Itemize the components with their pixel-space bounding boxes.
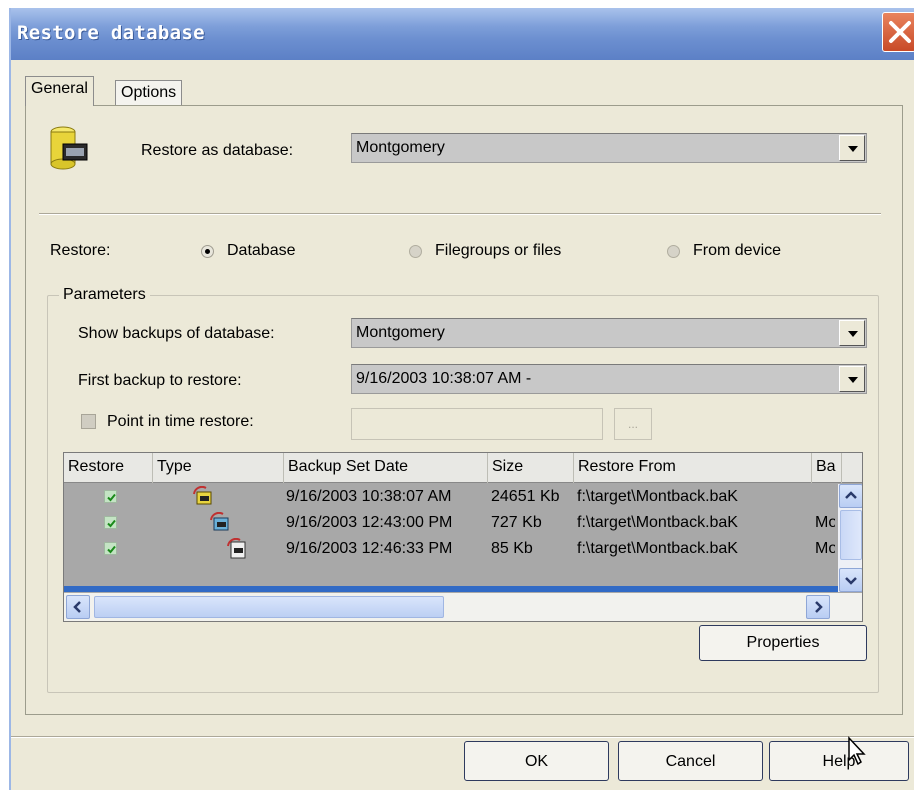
ok-button[interactable]: OK xyxy=(464,741,609,781)
chevron-down-icon[interactable] xyxy=(839,320,865,346)
separator xyxy=(39,213,881,215)
restore-label: Restore: xyxy=(50,242,111,259)
parameters-legend: Parameters xyxy=(59,286,150,304)
show-backups-label: Show backups of database: xyxy=(78,325,275,342)
table-header: Restore Type Backup Set Date Size Restor… xyxy=(64,453,862,483)
point-in-time-input[interactable] xyxy=(351,408,603,440)
chevron-left-icon xyxy=(73,601,81,613)
vertical-scrollbar[interactable] xyxy=(838,484,862,592)
backups-table[interactable]: Restore Type Backup Set Date Size Restor… xyxy=(63,452,863,622)
row-size: 85 Kb xyxy=(491,540,533,557)
first-backup-value: 9/16/2003 10:38:07 AM - xyxy=(356,370,532,387)
scroll-right-button[interactable] xyxy=(806,595,830,619)
row-restore-from: f:\target\Montback.baK xyxy=(577,540,738,557)
table-row[interactable]: 9/16/2003 12:46:33 PM 85 Kb f:\target\Mo… xyxy=(64,536,838,562)
horizontal-scroll-thumb[interactable] xyxy=(94,596,444,618)
browse-button-label: ... xyxy=(627,417,638,431)
differential-backup-icon xyxy=(210,512,229,531)
row-restore-checkbox[interactable] xyxy=(104,516,117,529)
row-size: 727 Kb xyxy=(491,514,542,531)
cancel-button[interactable]: Cancel xyxy=(618,741,763,781)
database-icon xyxy=(50,126,88,170)
row-size: 24651 Kb xyxy=(491,488,560,505)
column-header-date[interactable]: Backup Set Date xyxy=(284,453,488,483)
radio-database[interactable] xyxy=(201,245,214,258)
tab-general-label: General xyxy=(31,80,88,97)
row-date: 9/16/2003 12:46:33 PM xyxy=(286,540,453,557)
restore-as-label: Restore as database: xyxy=(141,142,294,159)
mouse-cursor-icon xyxy=(848,736,866,766)
window-title: Restore database xyxy=(17,22,205,44)
column-header-type[interactable]: Type xyxy=(153,453,284,483)
column-header-restore-from[interactable]: Restore From xyxy=(574,453,812,483)
full-backup-icon xyxy=(193,486,212,505)
radio-from-device[interactable] xyxy=(667,245,680,258)
radio-filegroups[interactable] xyxy=(409,245,422,258)
row-ba: Mo xyxy=(815,540,835,557)
show-backups-value: Montgomery xyxy=(356,324,445,341)
row-ba: Mo xyxy=(815,514,835,531)
restore-database-dialog: Restore database General Options Restore… xyxy=(9,8,914,790)
column-header-ba[interactable]: Ba xyxy=(812,453,842,483)
scroll-down-button[interactable] xyxy=(839,568,862,592)
footer-separator xyxy=(11,736,914,738)
radio-database-label[interactable]: Database xyxy=(227,242,296,260)
check-icon xyxy=(107,545,116,554)
horizontal-scrollbar[interactable] xyxy=(64,593,862,621)
vertical-scroll-thumb[interactable] xyxy=(840,510,862,560)
chevron-down-icon xyxy=(845,577,857,585)
table-row[interactable]: 9/16/2003 10:38:07 AM 24651 Kb f:\target… xyxy=(64,484,838,510)
radio-filegroups-label[interactable]: Filegroups or files xyxy=(435,242,561,260)
chevron-right-icon xyxy=(815,601,823,613)
properties-button[interactable]: Properties xyxy=(699,625,867,661)
check-icon xyxy=(107,493,116,502)
ok-button-label: OK xyxy=(524,753,549,770)
close-button[interactable] xyxy=(882,12,914,52)
row-restore-from: f:\target\Montback.baK xyxy=(577,514,738,531)
first-backup-select[interactable]: 9/16/2003 10:38:07 AM - xyxy=(351,364,867,394)
title-bar[interactable]: Restore database xyxy=(11,8,914,60)
row-restore-checkbox[interactable] xyxy=(104,542,117,555)
log-backup-icon xyxy=(227,538,246,559)
column-header-size[interactable]: Size xyxy=(488,453,574,483)
point-in-time-label: Point in time restore: xyxy=(107,413,254,430)
restore-as-value: Montgomery xyxy=(356,139,445,156)
first-backup-label: First backup to restore: xyxy=(78,372,242,389)
radio-from-device-label[interactable]: From device xyxy=(693,242,781,260)
check-icon xyxy=(107,519,116,528)
row-date: 9/16/2003 10:38:07 AM xyxy=(286,488,452,505)
scroll-left-button[interactable] xyxy=(66,595,90,619)
scroll-up-button[interactable] xyxy=(839,484,862,508)
chevron-up-icon xyxy=(845,491,857,499)
tab-general[interactable]: General xyxy=(25,76,94,106)
close-icon xyxy=(889,21,911,43)
row-restore-from: f:\target\Montback.baK xyxy=(577,488,738,505)
row-date: 9/16/2003 12:43:00 PM xyxy=(286,514,453,531)
chevron-down-icon[interactable] xyxy=(839,135,865,161)
selected-row-partial[interactable] xyxy=(64,586,838,592)
chevron-down-icon[interactable] xyxy=(839,366,865,392)
tab-options[interactable]: Options xyxy=(115,80,183,106)
tab-options-label: Options xyxy=(121,84,177,101)
point-in-time-checkbox[interactable] xyxy=(81,414,96,429)
table-row[interactable]: 9/16/2003 12:43:00 PM 727 Kb f:\target\M… xyxy=(64,510,838,536)
show-backups-select[interactable]: Montgomery xyxy=(351,318,867,348)
cancel-button-label: Cancel xyxy=(665,753,716,770)
restore-as-database-select[interactable]: Montgomery xyxy=(351,133,867,163)
help-button[interactable]: Help xyxy=(769,741,909,781)
row-restore-checkbox[interactable] xyxy=(104,490,117,503)
point-in-time-browse-button[interactable]: ... xyxy=(614,408,652,440)
column-header-restore[interactable]: Restore xyxy=(64,453,153,483)
properties-button-label: Properties xyxy=(746,634,820,651)
